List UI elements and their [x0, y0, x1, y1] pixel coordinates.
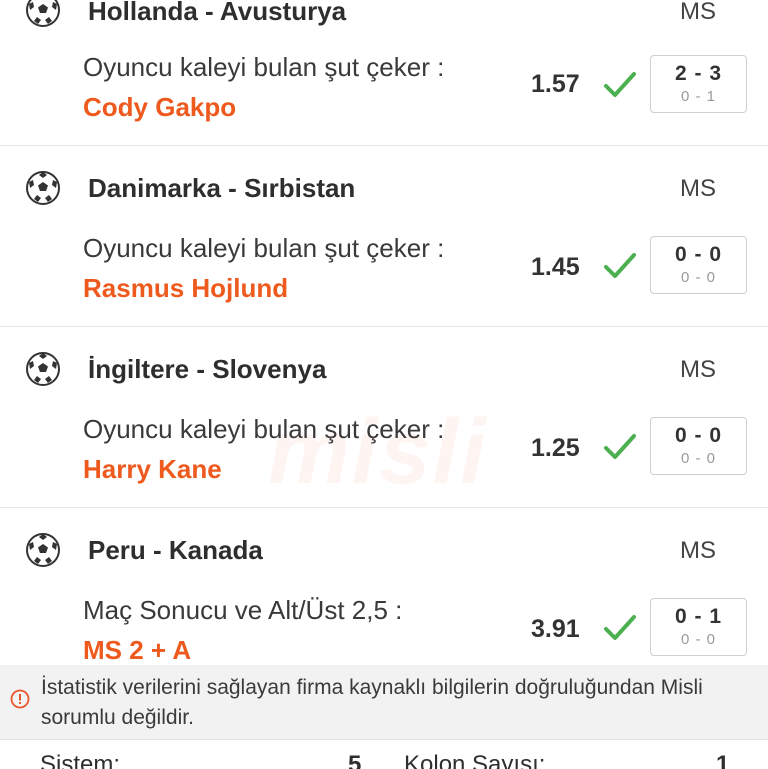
market-type: MS: [680, 175, 716, 202]
soccer-ball-icon: [26, 0, 60, 27]
score-box: 2 - 3 0 - 1: [650, 55, 747, 113]
soccer-ball-icon: [26, 533, 60, 567]
market-name: Oyuncu kaleyi bulan şut çeker :: [83, 52, 445, 82]
match-card[interactable]: Hollanda - Avusturya MS Oyuncu kaleyi bu…: [0, 0, 768, 146]
market-type: MS: [680, 0, 716, 25]
selection: MS 2 + A: [83, 635, 192, 665]
columns-label: Kolon Sayısı:: [404, 751, 546, 769]
match-teams: İngiltere - Slovenya: [88, 354, 327, 384]
match-teams: Danimarka - Sırbistan: [88, 173, 356, 203]
full-time-score: 0 - 1: [674, 605, 723, 628]
system-label: Sistem:: [40, 751, 121, 769]
score-box: 0 - 1 0 - 0: [650, 598, 747, 656]
half-time-score: 0 - 1: [680, 88, 716, 105]
market-name: Oyuncu kaleyi bulan şut çeker :: [83, 414, 445, 444]
odds-value: 1.25: [531, 434, 580, 462]
selection: Harry Kane: [83, 454, 222, 484]
soccer-ball-icon: [26, 352, 60, 386]
coupon-summary: Sistem: 5 Kolon Sayısı: 1: [0, 739, 768, 769]
check-icon: [604, 72, 636, 97]
match-teams: Hollanda - Avusturya: [88, 0, 347, 26]
half-time-score: 0 - 0: [680, 269, 716, 286]
score-box: 0 - 0 0 - 0: [650, 236, 747, 294]
full-time-score: 2 - 3: [674, 62, 723, 85]
match-card[interactable]: Danimarka - Sırbistan MS Oyuncu kaleyi b…: [0, 145, 768, 327]
half-time-score: 0 - 0: [680, 631, 716, 648]
odds-value: 1.45: [531, 253, 580, 281]
soccer-ball-icon: [26, 171, 60, 205]
check-icon: [604, 434, 636, 459]
market-type: MS: [680, 356, 716, 383]
disclaimer-text: İstatistik verilerini sağlayan firma kay…: [41, 676, 703, 729]
full-time-score: 0 - 0: [674, 243, 723, 266]
market-type: MS: [680, 537, 716, 564]
market-name: Maç Sonucu ve Alt/Üst 2,5 :: [83, 595, 403, 625]
check-icon: [604, 253, 636, 278]
match-teams: Peru - Kanada: [88, 535, 263, 565]
disclaimer-banner: İstatistik verilerini sağlayan firma kay…: [0, 665, 768, 739]
check-icon: [604, 615, 636, 640]
match-card[interactable]: İngiltere - Slovenya MS Oyuncu kaleyi bu…: [0, 326, 768, 508]
columns-value: 1: [716, 751, 730, 769]
selection: Cody Gakpo: [83, 92, 237, 122]
market-name: Oyuncu kaleyi bulan şut çeker :: [83, 233, 445, 263]
full-time-score: 0 - 0: [674, 424, 723, 447]
score-box: 0 - 0 0 - 0: [650, 417, 747, 475]
info-circle-icon: [10, 689, 30, 709]
odds-value: 1.57: [531, 70, 580, 98]
match-card[interactable]: Peru - Kanada MS Maç Sonucu ve Alt/Üst 2…: [0, 507, 768, 688]
selection: Rasmus Hojlund: [83, 273, 289, 303]
odds-value: 3.91: [531, 615, 580, 643]
half-time-score: 0 - 0: [680, 450, 716, 467]
system-value: 5: [348, 751, 362, 769]
